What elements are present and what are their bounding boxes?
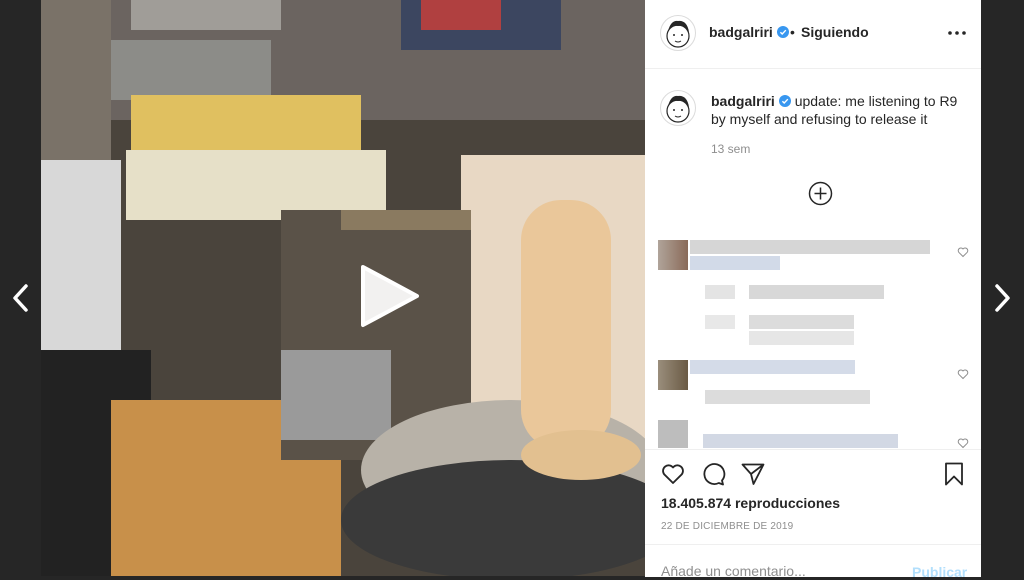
blurred-text: [705, 315, 735, 329]
post-caption: badgalriri update: me listening to R9 by…: [711, 92, 961, 128]
post-author-username[interactable]: badgalriri: [709, 24, 789, 40]
previous-post-arrow-icon[interactable]: [11, 283, 31, 313]
avatar[interactable]: [660, 15, 696, 51]
like-comment-heart-icon[interactable]: [957, 437, 969, 449]
add-comment-bar: Publicar: [645, 544, 981, 580]
heart-icon[interactable]: [660, 461, 686, 487]
like-comment-heart-icon[interactable]: [957, 368, 969, 380]
verified-badge-icon: [776, 26, 789, 38]
caption-avatar[interactable]: [660, 90, 696, 126]
blurred-text: [690, 240, 930, 254]
caption-username[interactable]: badgalriri: [711, 93, 775, 109]
view-count[interactable]: 18.405.874 reproducciones: [661, 495, 840, 511]
verified-badge-icon: [778, 95, 791, 107]
username-text[interactable]: badgalriri: [709, 24, 773, 40]
blurred-avatar: [658, 240, 688, 270]
post-actions-section: 18.405.874 reproducciones 22 DE DICIEMBR…: [645, 449, 981, 580]
blurred-avatar: [658, 420, 688, 448]
blurred-text: [749, 285, 884, 299]
next-post-arrow-icon[interactable]: [992, 283, 1012, 313]
following-button[interactable]: Siguiendo: [801, 24, 869, 40]
blurred-text: [690, 360, 855, 374]
blurred-text: [705, 390, 870, 404]
post-details-panel: badgalriri • Siguiendo badgalriri update…: [645, 0, 981, 580]
share-icon[interactable]: [740, 461, 766, 487]
play-icon[interactable]: [357, 263, 421, 329]
publish-button[interactable]: Publicar: [912, 564, 967, 580]
blurred-text: [703, 434, 898, 448]
blurred-avatar: [658, 360, 688, 390]
blurred-text: [690, 256, 780, 270]
post-date[interactable]: 22 DE DICIEMBRE DE 2019: [661, 521, 793, 532]
comment-icon[interactable]: [700, 461, 726, 487]
video-frame: [41, 0, 645, 576]
blurred-text: [749, 315, 854, 329]
blurred-text: [749, 331, 854, 345]
bookmark-icon[interactable]: [941, 461, 967, 487]
more-horizontal-icon[interactable]: [947, 24, 967, 42]
avatar-illustration-icon: [666, 95, 690, 123]
comment-input[interactable]: [661, 563, 901, 579]
post-header: badgalriri • Siguiendo: [645, 0, 981, 69]
like-comment-heart-icon[interactable]: [957, 246, 969, 258]
separator-dot: •: [790, 24, 795, 40]
blurred-text: [705, 285, 735, 299]
video-player[interactable]: [41, 0, 645, 576]
avatar-illustration-icon: [666, 20, 690, 48]
post-timestamp[interactable]: 13 sem: [711, 142, 750, 156]
load-more-comments-icon[interactable]: [808, 181, 833, 206]
